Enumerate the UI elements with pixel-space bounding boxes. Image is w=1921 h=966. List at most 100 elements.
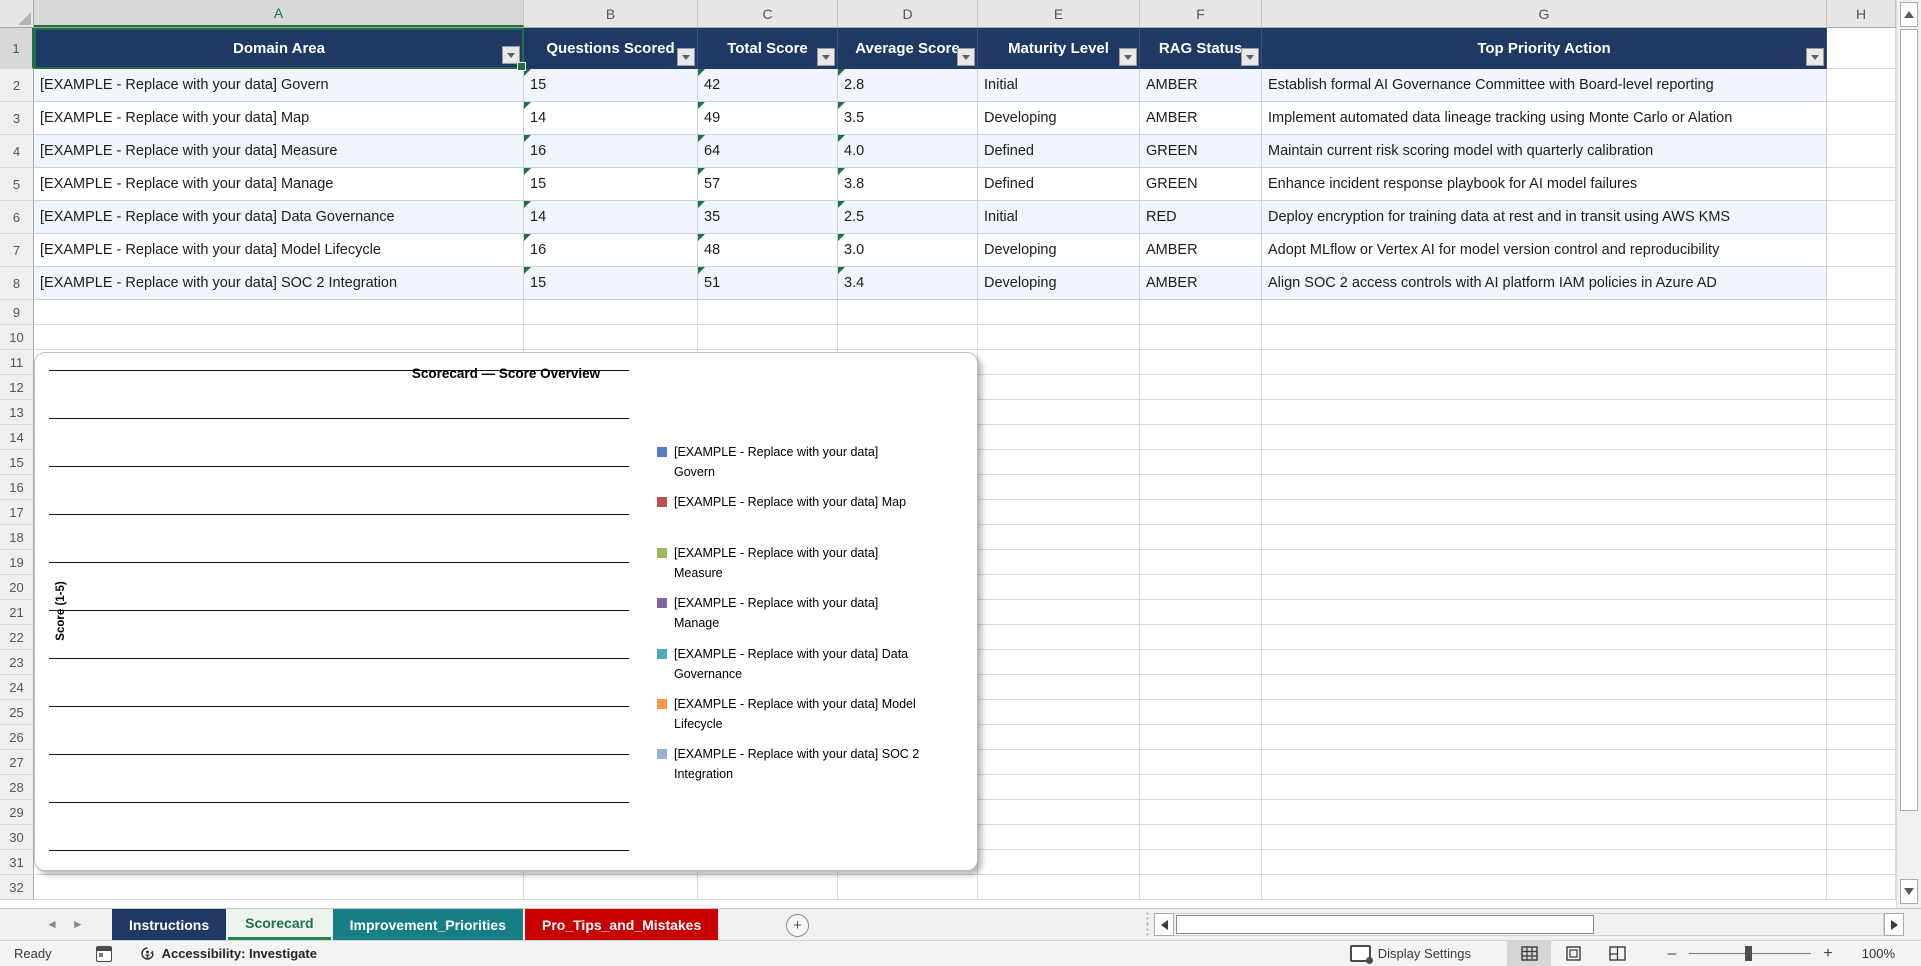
tab-improvement_priorities[interactable]: Improvement_Priorities xyxy=(332,909,523,940)
cell-F3[interactable]: AMBER xyxy=(1140,102,1262,135)
cell-F24[interactable] xyxy=(1140,675,1262,700)
cell-C4[interactable]: 64 xyxy=(698,135,838,168)
cell-C3[interactable]: 49 xyxy=(698,102,838,135)
cell-H4[interactable] xyxy=(1827,135,1896,168)
cell-E22[interactable] xyxy=(978,625,1140,650)
column-header-G[interactable]: G xyxy=(1262,0,1827,27)
cell-H28[interactable] xyxy=(1827,775,1896,800)
cell-E32[interactable] xyxy=(978,875,1140,900)
cell-B32[interactable] xyxy=(524,875,698,900)
cell-H23[interactable] xyxy=(1827,650,1896,675)
row-header-10[interactable]: 10 xyxy=(0,325,34,350)
row-header-5[interactable]: 5 xyxy=(0,168,34,201)
chart-y-axis-title[interactable]: Score (1-5) xyxy=(55,581,67,640)
page-layout-view-button[interactable] xyxy=(1551,941,1595,966)
cell-H10[interactable] xyxy=(1827,325,1896,350)
cell-H20[interactable] xyxy=(1827,575,1896,600)
scroll-up-button[interactable] xyxy=(1900,2,1918,27)
macro-record-icon[interactable] xyxy=(95,945,112,962)
cell-H22[interactable] xyxy=(1827,625,1896,650)
cell-F23[interactable] xyxy=(1140,650,1262,675)
cell-F5[interactable]: GREEN xyxy=(1140,168,1262,201)
cell-A9[interactable] xyxy=(34,300,524,325)
cell-B10[interactable] xyxy=(524,325,698,350)
scroll-right-button[interactable] xyxy=(1884,913,1904,936)
vertical-scrollbar-thumb[interactable] xyxy=(1900,29,1918,811)
cell-B2[interactable]: 15 xyxy=(524,69,698,102)
cell-H31[interactable] xyxy=(1827,850,1896,875)
normal-view-button[interactable] xyxy=(1507,940,1551,966)
cell-A6[interactable]: [EXAMPLE - Replace with your data] Data … xyxy=(34,201,524,234)
row-header-24[interactable]: 24 xyxy=(0,675,34,700)
cell-E6[interactable]: Initial xyxy=(978,201,1140,234)
legend-entry-7[interactable]: [EXAMPLE - Replace with your data] SOC 2… xyxy=(657,744,973,794)
cell-F28[interactable] xyxy=(1140,775,1262,800)
horizontal-scrollbar-thumb[interactable] xyxy=(1176,915,1594,934)
row-header-18[interactable]: 18 xyxy=(0,525,34,550)
filter-button-D[interactable] xyxy=(957,48,975,66)
cell-E8[interactable]: Developing xyxy=(978,267,1140,300)
cell-B8[interactable]: 15 xyxy=(524,267,698,300)
cell-F22[interactable] xyxy=(1140,625,1262,650)
cell-D2[interactable]: 2.8 xyxy=(838,69,978,102)
cell-H1[interactable] xyxy=(1827,28,1896,69)
cell-H5[interactable] xyxy=(1827,168,1896,201)
column-header-H[interactable]: H xyxy=(1827,0,1896,27)
cell-F16[interactable] xyxy=(1140,475,1262,500)
row-header-21[interactable]: 21 xyxy=(0,600,34,625)
cell-G22[interactable] xyxy=(1262,625,1827,650)
cell-E27[interactable] xyxy=(978,750,1140,775)
cell-F8[interactable]: AMBER xyxy=(1140,267,1262,300)
cell-G8[interactable]: Align SOC 2 access controls with AI plat… xyxy=(1262,267,1827,300)
row-header-2[interactable]: 2 xyxy=(0,69,34,102)
cell-H24[interactable] xyxy=(1827,675,1896,700)
cell-D4[interactable]: 4.0 xyxy=(838,135,978,168)
cell-E20[interactable] xyxy=(978,575,1140,600)
cell-G10[interactable] xyxy=(1262,325,1827,350)
add-sheet-button[interactable]: + xyxy=(786,914,809,937)
cell-F7[interactable]: AMBER xyxy=(1140,234,1262,267)
legend-entry-1[interactable]: [EXAMPLE - Replace with your data] Govern xyxy=(657,442,973,492)
cell-E21[interactable] xyxy=(978,600,1140,625)
cell-H15[interactable] xyxy=(1827,450,1896,475)
cell-G24[interactable] xyxy=(1262,675,1827,700)
cell-E12[interactable] xyxy=(978,375,1140,400)
cell-F10[interactable] xyxy=(1140,325,1262,350)
cell-F6[interactable]: RED xyxy=(1140,201,1262,234)
cell-F12[interactable] xyxy=(1140,375,1262,400)
tab-nav-right-icon[interactable]: ► xyxy=(72,917,84,931)
header-cell-C1[interactable]: Total Score xyxy=(698,28,838,69)
row-header-12[interactable]: 12 xyxy=(0,375,34,400)
legend-entry-4[interactable]: [EXAMPLE - Replace with your data] Manage xyxy=(657,593,973,643)
cell-G17[interactable] xyxy=(1262,500,1827,525)
cell-H9[interactable] xyxy=(1827,300,1896,325)
cell-F25[interactable] xyxy=(1140,700,1262,725)
cell-A5[interactable]: [EXAMPLE - Replace with your data] Manag… xyxy=(34,168,524,201)
tab-instructions[interactable]: Instructions xyxy=(112,909,227,940)
cell-D32[interactable] xyxy=(838,875,978,900)
cell-G28[interactable] xyxy=(1262,775,1827,800)
cell-A10[interactable] xyxy=(34,325,524,350)
row-header-4[interactable]: 4 xyxy=(0,135,34,168)
cell-E2[interactable]: Initial xyxy=(978,69,1140,102)
cell-G14[interactable] xyxy=(1262,425,1827,450)
cell-G15[interactable] xyxy=(1262,450,1827,475)
cell-F18[interactable] xyxy=(1140,525,1262,550)
cell-H30[interactable] xyxy=(1827,825,1896,850)
cell-G26[interactable] xyxy=(1262,725,1827,750)
cell-E17[interactable] xyxy=(978,500,1140,525)
row-header-20[interactable]: 20 xyxy=(0,575,34,600)
row-header-15[interactable]: 15 xyxy=(0,450,34,475)
cell-F20[interactable] xyxy=(1140,575,1262,600)
cell-E13[interactable] xyxy=(978,400,1140,425)
cell-G23[interactable] xyxy=(1262,650,1827,675)
row-header-9[interactable]: 9 xyxy=(0,300,34,325)
cell-G13[interactable] xyxy=(1262,400,1827,425)
cell-G25[interactable] xyxy=(1262,700,1827,725)
cell-D3[interactable]: 3.5 xyxy=(838,102,978,135)
cell-C32[interactable] xyxy=(698,875,838,900)
cell-E30[interactable] xyxy=(978,825,1140,850)
legend-entry-5[interactable]: [EXAMPLE - Replace with your data] Data G… xyxy=(657,644,973,694)
cell-C8[interactable]: 51 xyxy=(698,267,838,300)
cell-D9[interactable] xyxy=(838,300,978,325)
